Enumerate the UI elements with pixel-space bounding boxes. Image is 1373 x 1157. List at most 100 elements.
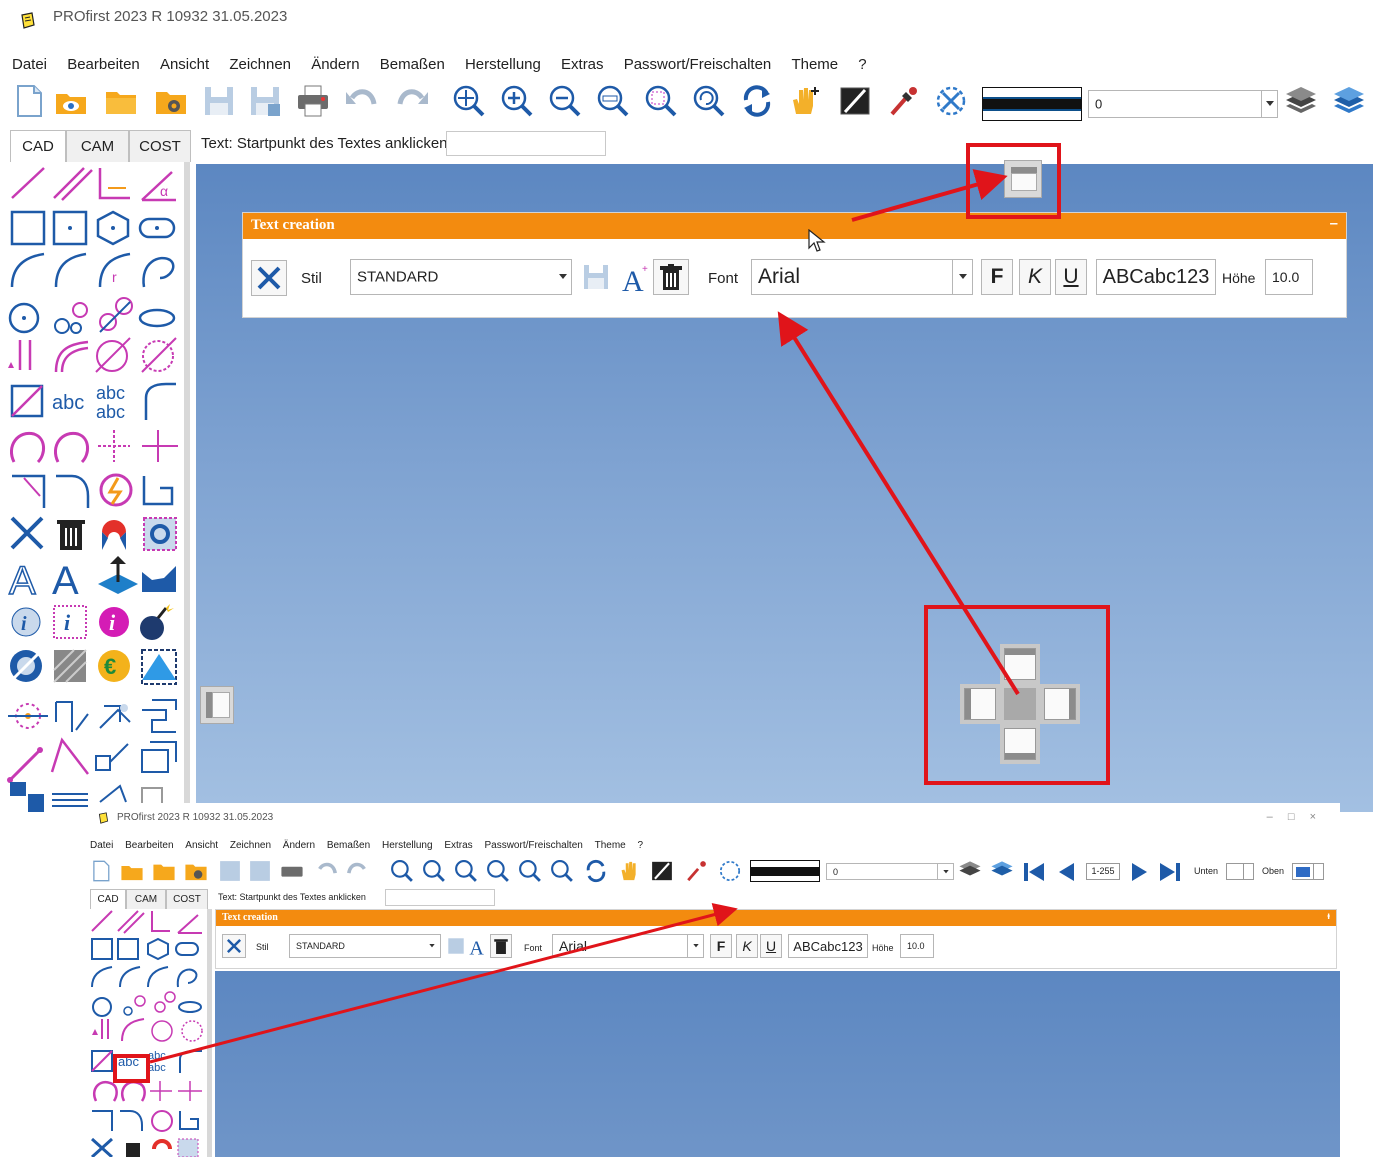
print-icon[interactable] — [296, 84, 330, 118]
save-icon[interactable] — [218, 859, 242, 883]
no-fill-icon[interactable] — [838, 84, 872, 118]
layers-blue-icon[interactable] — [1332, 85, 1366, 119]
cancel-button[interactable] — [222, 934, 246, 958]
italic-button[interactable]: K — [736, 934, 758, 958]
menu-datei[interactable]: Datei — [90, 840, 113, 851]
folder-settings-icon[interactable] — [184, 859, 208, 883]
save-style-icon[interactable] — [447, 937, 465, 955]
menu-zeichnen[interactable]: Zeichnen — [230, 840, 271, 851]
menu-bearbeiten[interactable]: Bearbeiten — [125, 840, 173, 851]
zoom-previous-icon[interactable] — [550, 859, 574, 883]
undo-icon[interactable] — [344, 84, 378, 118]
pan-hand-icon[interactable] — [788, 84, 822, 118]
menu-datei[interactable]: Datei — [12, 56, 47, 73]
layers-dark-icon[interactable] — [958, 860, 982, 884]
layer-visibility-icon[interactable] — [718, 859, 742, 883]
menu-passwort[interactable]: Passwort/Freischalten — [624, 56, 772, 73]
text-format-button[interactable]: A + — [619, 261, 651, 295]
zoom-window-icon[interactable] — [518, 859, 542, 883]
menu-extras[interactable]: Extras — [444, 840, 472, 851]
menu-help[interactable]: ? — [638, 840, 644, 851]
open-preview-icon[interactable] — [120, 859, 144, 883]
open-preview-icon[interactable] — [54, 84, 88, 118]
font-a-icon[interactable]: A — [468, 935, 488, 957]
menu-aendern[interactable]: Ändern — [311, 56, 359, 73]
folder-settings-icon[interactable] — [154, 84, 188, 118]
bold-button[interactable]: F — [710, 934, 732, 958]
chevron-down-icon[interactable] — [1261, 91, 1277, 117]
zoom-out-icon[interactable] — [548, 84, 582, 118]
menu-help[interactable]: ? — [858, 56, 866, 73]
layer-combo[interactable]: 0 — [1088, 90, 1278, 118]
save-icon[interactable] — [202, 84, 236, 118]
menu-bearbeiten[interactable]: Bearbeiten — [67, 56, 140, 73]
font-select[interactable]: Arial — [552, 934, 704, 958]
chevron-down-icon[interactable] — [687, 935, 703, 957]
delete-style-button[interactable] — [490, 934, 512, 958]
first-page-icon[interactable] — [1022, 861, 1046, 883]
italic-button[interactable]: K — [1019, 259, 1051, 295]
menu-theme[interactable]: Theme — [791, 56, 838, 73]
previous-page-icon[interactable] — [1056, 861, 1076, 883]
redo-icon[interactable] — [396, 84, 430, 118]
zoom-in-icon[interactable] — [500, 84, 534, 118]
text-panel-header[interactable]: Text creation – — [243, 213, 1346, 239]
new-file-icon[interactable] — [12, 84, 46, 118]
underline-button[interactable]: U — [1055, 259, 1087, 295]
menu-ansicht[interactable]: Ansicht — [160, 56, 209, 73]
cancel-button[interactable] — [251, 260, 287, 296]
menu-bemassen[interactable]: Bemaßen — [380, 56, 445, 73]
bold-button[interactable]: F — [981, 259, 1013, 295]
layers-dark-icon[interactable] — [1284, 85, 1318, 119]
zoom-window-icon[interactable] — [644, 84, 678, 118]
refresh-icon[interactable] — [584, 859, 608, 883]
pin-icon[interactable]: ᵻ — [1327, 911, 1330, 922]
cad-tool-grid[interactable]: α r abc abc abc A A i i i € — [0, 162, 184, 812]
text-panel-header[interactable]: Text creation ᵻ — [216, 910, 1336, 926]
print-icon[interactable] — [280, 859, 304, 883]
menu-extras[interactable]: Extras — [561, 56, 604, 73]
command-input[interactable] — [385, 889, 495, 906]
command-input[interactable] — [446, 131, 606, 156]
zoom-in-icon[interactable] — [422, 859, 446, 883]
style-select[interactable]: STANDARD — [289, 934, 441, 958]
new-file-icon[interactable] — [90, 859, 112, 883]
close-icon[interactable]: × — [1310, 811, 1322, 823]
height-input[interactable]: 10.0 — [900, 934, 934, 958]
tab-cad[interactable]: CAD — [90, 889, 126, 909]
no-fill-icon[interactable] — [650, 859, 674, 883]
line-width-selector[interactable] — [982, 87, 1082, 121]
layer-visibility-icon[interactable] — [934, 84, 968, 118]
cad-tool-grid[interactable]: abc abcabc — [90, 909, 208, 1157]
menu-passwort[interactable]: Passwort/Freischalten — [484, 840, 582, 851]
line-width-selector[interactable] — [750, 860, 820, 882]
tab-cost[interactable]: COST — [129, 130, 191, 162]
color-picker-icon[interactable] — [886, 84, 920, 118]
menu-aendern[interactable]: Ändern — [283, 840, 315, 851]
zoom-pan-icon[interactable] — [452, 84, 486, 118]
pan-hand-icon[interactable] — [618, 859, 642, 883]
dock-left-handle-icon[interactable] — [200, 686, 234, 724]
layer-range-input[interactable]: 1-255 — [1086, 863, 1120, 880]
menu-herstellung[interactable]: Herstellung — [382, 840, 433, 851]
height-input[interactable]: 10.0 — [1265, 259, 1313, 295]
save-style-icon[interactable] — [582, 263, 610, 291]
drawing-canvas[interactable] — [215, 971, 1340, 1157]
tab-cost[interactable]: COST — [166, 889, 208, 909]
zoom-measure-icon[interactable] — [596, 84, 630, 118]
undo-icon[interactable] — [314, 859, 338, 883]
style-select[interactable]: STANDARD — [350, 259, 572, 295]
tab-cam[interactable]: CAM — [126, 889, 166, 909]
lower-color-select[interactable] — [1226, 863, 1254, 880]
menu-theme[interactable]: Theme — [595, 840, 626, 851]
chevron-down-icon[interactable] — [937, 864, 953, 879]
refresh-icon[interactable] — [740, 84, 774, 118]
last-page-icon[interactable] — [1158, 861, 1182, 883]
tab-cad[interactable]: CAD — [10, 130, 66, 162]
zoom-previous-icon[interactable] — [692, 84, 726, 118]
chevron-down-icon[interactable] — [952, 260, 972, 294]
underline-button[interactable]: U — [760, 934, 782, 958]
maximize-icon[interactable]: □ — [1288, 811, 1301, 823]
next-page-icon[interactable] — [1130, 861, 1150, 883]
minimize-icon[interactable]: – — [1267, 811, 1279, 823]
